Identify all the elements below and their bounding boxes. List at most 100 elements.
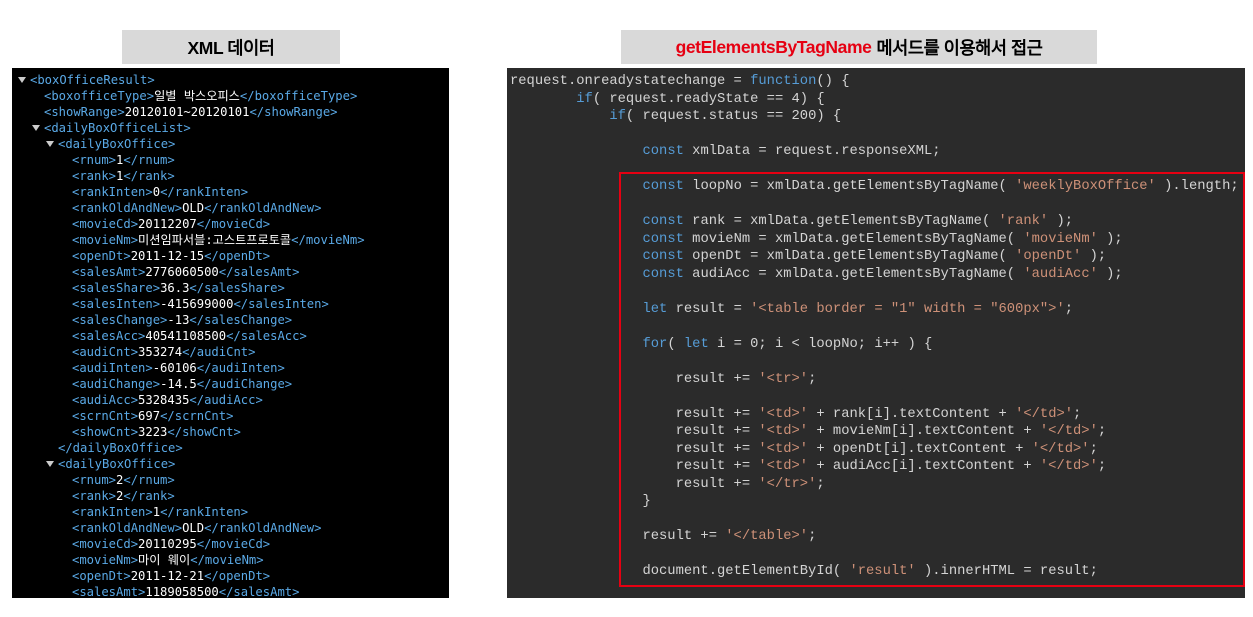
xml-close-tag: </rnum>: [123, 153, 175, 167]
xml-text-value: 3223: [138, 425, 168, 439]
xml-data-title: XML 데이터: [187, 37, 275, 58]
xml-text-value: 20112207: [138, 217, 197, 231]
code-line: result += '<td>' + audiAcc[i].textConten…: [510, 458, 1245, 476]
xml-close-tag: </openDt>: [204, 249, 271, 263]
collapse-triangle-icon[interactable]: [18, 77, 26, 83]
code-text: request.onreadystatechange =: [510, 74, 751, 89]
code-text: );: [1097, 266, 1123, 282]
xml-leaf-line: <audiAcc>5328435</audiAcc>: [12, 392, 449, 408]
xml-leaf-line: <rnum>1</rnum>: [12, 152, 449, 168]
code-text: + movieNm[i].textContent +: [808, 424, 1040, 439]
code-string: '<table border = "1" width = "600px">': [750, 301, 1065, 317]
xml-close-tag: </audiChange>: [196, 377, 293, 391]
xml-close-tag: </salesAmt>: [218, 265, 300, 279]
code-string: '<td>': [758, 459, 809, 474]
xml-open-tag: <boxOfficeResult>: [30, 73, 155, 87]
code-text: result +=: [510, 406, 759, 422]
xml-leaf-line: <salesAcc>40541108500</salesAcc>: [12, 328, 449, 344]
collapse-triangle-icon[interactable]: [46, 461, 54, 467]
code-text: result =: [667, 301, 751, 317]
xml-open-tag: <dailyBoxOffice>: [58, 137, 176, 151]
xml-leaf-line: <showRange>20120101~20120101</showRange>: [12, 104, 449, 120]
code-line: document.getElementById( 'result' ).inne…: [510, 563, 1245, 581]
xml-open-tag: <movieCd>: [72, 537, 139, 551]
code-string: '</td>': [1039, 459, 1098, 474]
code-keyword: let: [683, 336, 709, 352]
xml-leaf-line: <movieNm>마이 웨이</movieNm>: [12, 552, 449, 568]
xml-close-tag: </scrnCnt>: [160, 409, 234, 423]
code-text: result +=: [510, 459, 759, 474]
code-string: 'result': [849, 564, 916, 579]
code-line: if( request.status == 200) {: [510, 108, 1245, 126]
xml-leaf-line: <audiInten>-60106</audiInten>: [12, 360, 449, 376]
code-text: ;: [1073, 406, 1082, 422]
xml-open-tag: <boxofficeType>: [44, 89, 155, 103]
code-string: '</td>': [1015, 406, 1074, 422]
xml-open-tag: <dailyBoxOfficeList>: [44, 121, 191, 135]
code-text: result +=: [510, 371, 759, 387]
code-text: ( request.status == 200) {: [625, 109, 842, 124]
xml-open-tag: <dailyBoxOffice>: [58, 457, 176, 471]
code-text: i = 0; i < loopNo; i++ ) {: [708, 336, 933, 352]
code-line: result += '<td>' + rank[i].textContent +…: [510, 406, 1245, 424]
xml-open-tag: <rnum>: [72, 473, 117, 487]
xml-close-tag: </salesChange>: [189, 313, 293, 327]
xml-open-tag: <rank>: [72, 489, 117, 503]
code-text: rank = xmlData.getElementsByTagName(: [683, 214, 999, 229]
xml-open-tag: <movieNm>: [72, 553, 139, 567]
xml-open-tag: <rankOldAndNew>: [72, 521, 183, 535]
code-text: () {: [816, 74, 850, 89]
xml-leaf-line: <rankInten>1</rankInten>: [12, 504, 449, 520]
code-title-box: getElementsByTagName 메서드를 이용해서 접근: [621, 30, 1097, 64]
xml-node-line: <dailyBoxOffice>: [12, 136, 449, 152]
xml-data-title-box: XML 데이터: [122, 30, 340, 64]
collapse-triangle-icon[interactable]: [46, 141, 54, 147]
code-string: 'rank': [998, 214, 1049, 229]
xml-close-tag: </audiInten>: [196, 361, 285, 375]
xml-text-value: 2776060500: [145, 265, 219, 279]
xml-open-tag: <audiChange>: [72, 377, 161, 391]
code-text: openDt = xmlData.getElementsByTagName(: [683, 249, 1016, 264]
xml-text-value: OLD: [182, 201, 205, 215]
code-string: '</td>': [1031, 441, 1090, 457]
code-string: '</td>': [1039, 424, 1098, 439]
code-line: result += '<tr>';: [510, 371, 1245, 389]
xml-close-tag: </movieNm>: [190, 553, 264, 567]
xml-text-value: 20110295: [138, 537, 197, 551]
code-text: result +=: [510, 529, 726, 544]
xml-leaf-line: <showCnt>3223</showCnt>: [12, 424, 449, 440]
xml-text-value: 2011-12-15: [130, 249, 205, 263]
xml-leaf-line: <rankOldAndNew>OLD</rankOldAndNew>: [12, 520, 449, 536]
xml-leaf-line: <salesAmt>1189058500</salesAmt>: [12, 584, 449, 598]
code-keyword: const: [642, 231, 684, 247]
xml-open-tag: <salesShare>: [72, 281, 161, 295]
code-text: ( request.readyState == 4) {: [592, 91, 825, 107]
xml-text-value: 5328435: [138, 393, 190, 407]
code-line: const rank = xmlData.getElementsByTagNam…: [510, 213, 1245, 231]
xml-text-value: 일별 박스오피스: [154, 89, 240, 103]
code-text: loopNo = xmlData.getElementsByTagName(: [683, 179, 1016, 194]
xml-open-tag: <rankOldAndNew>: [72, 201, 183, 215]
xml-leaf-line: <rank>2</rank>: [12, 488, 449, 504]
code-keyword: if: [609, 109, 626, 124]
xml-leaf-line: <rnum>2</rnum>: [12, 472, 449, 488]
code-text: }: [510, 494, 651, 509]
xml-text-value: -60106: [152, 361, 197, 375]
code-line: const loopNo = xmlData.getElementsByTagN…: [510, 178, 1245, 196]
xml-leaf-line: <movieCd>20112207</movieCd>: [12, 216, 449, 232]
xml-close-tag: </openDt>: [204, 569, 271, 583]
collapse-triangle-icon[interactable]: [32, 125, 40, 131]
xml-close-tag: </movieNm>: [291, 233, 365, 247]
code-string: '<tr>': [758, 371, 809, 387]
xml-leaf-line: <salesChange>-13</salesChange>: [12, 312, 449, 328]
code-line: const openDt = xmlData.getElementsByTagN…: [510, 248, 1245, 266]
